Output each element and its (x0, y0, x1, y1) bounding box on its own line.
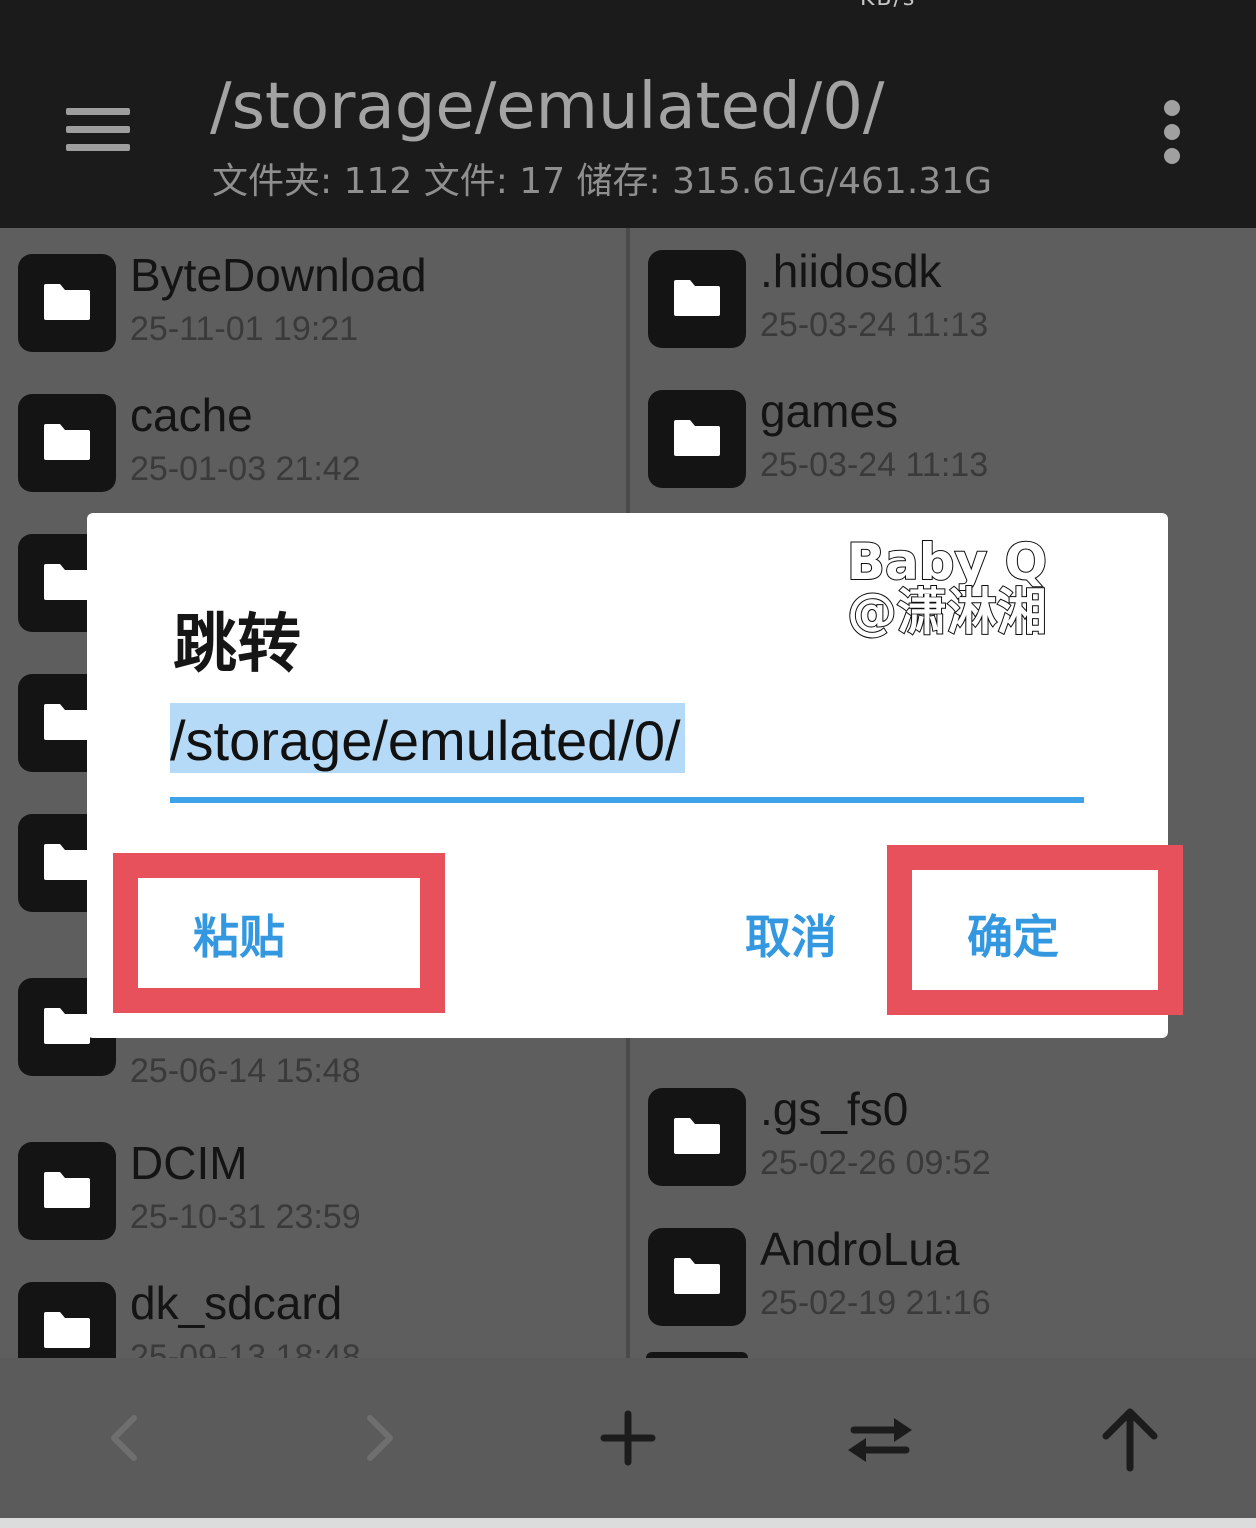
up-icon[interactable] (1080, 1388, 1180, 1488)
more-vertical-icon[interactable] (1150, 98, 1196, 164)
swap-icon[interactable] (830, 1388, 930, 1488)
folder-icon (18, 1142, 116, 1240)
current-path-title: /storage/emulated/0/ (210, 70, 885, 144)
item-date: 25-03-24 11:13 (760, 446, 989, 484)
list-item[interactable]: games 25-03-24 11:13 (630, 376, 1256, 488)
watermark: Baby Q @潇淋湘 (842, 533, 1052, 641)
item-date: 25-01-03 21:42 (130, 450, 361, 488)
folder-icon (648, 390, 746, 488)
input-underline (170, 797, 1084, 803)
folder-icon (18, 254, 116, 352)
list-item[interactable]: ByteDownload 25-11-01 19:21 (0, 240, 626, 352)
list-item[interactable]: .gs_fs0 25-02-26 09:52 (630, 1074, 1256, 1186)
folder-icon (18, 394, 116, 492)
folder-icon (648, 250, 746, 348)
ok-highlight-box (887, 845, 1183, 1015)
path-input[interactable]: /storage/emulated/0/ (170, 701, 1084, 803)
item-date: 25-09-13 18:48 (130, 1338, 361, 1358)
list-item[interactable]: DCIM 25-10-31 23:59 (0, 1128, 626, 1240)
folder-icon (18, 1282, 116, 1358)
path-input-value[interactable]: /storage/emulated/0/ (170, 701, 681, 781)
folder-icon (648, 1088, 746, 1186)
list-item[interactable]: .hiidosdk 25-03-24 11:13 (630, 236, 1256, 348)
item-date: 25-06-14 15:48 (130, 1052, 361, 1090)
paste-highlight-box (113, 853, 445, 1013)
item-name: ByteDownload (130, 249, 427, 301)
item-name: DCIM (130, 1137, 248, 1189)
app-bar: KB/s /storage/emulated/0/ 文件夹: 112 文件: 1… (0, 0, 1256, 228)
forward-icon[interactable] (328, 1388, 428, 1488)
item-name: cache (130, 389, 253, 441)
list-item[interactable]: AndroLua 25-02-19 21:16 (630, 1214, 1256, 1326)
cancel-button[interactable]: 取消 (745, 901, 837, 967)
item-name: .hiidosdk (760, 245, 942, 297)
list-item[interactable]: dk_sdcard 25-09-13 18:48 (0, 1268, 626, 1358)
item-name: AndroLua (760, 1223, 960, 1275)
hamburger-menu-icon[interactable] (54, 96, 142, 162)
item-date: 25-03-24 11:13 (760, 306, 989, 344)
item-date: 25-02-19 21:16 (760, 1284, 991, 1322)
folder-icon (648, 1228, 746, 1326)
item-date: 25-10-31 23:59 (130, 1198, 361, 1236)
item-date: 25-11-01 19:21 (130, 310, 359, 348)
item-name: dk_sdcard (130, 1277, 343, 1329)
add-icon[interactable] (578, 1388, 678, 1488)
back-icon[interactable] (76, 1388, 176, 1488)
bottom-edge (0, 1518, 1256, 1528)
item-name: .gs_fs0 (760, 1083, 909, 1135)
dialog-title: 跳转 (173, 608, 301, 682)
watermark-line-1: Baby Q (846, 533, 1048, 591)
item-date: 25-02-26 09:52 (760, 1144, 991, 1182)
storage-summary: 文件夹: 112 文件: 17 储存: 315.61G/461.31G (212, 161, 992, 202)
item-name: games (760, 385, 899, 437)
list-item[interactable]: cache 25-01-03 21:42 (0, 380, 626, 492)
watermark-line-2: @潇淋湘 (846, 583, 1048, 641)
bottom-toolbar (0, 1358, 1256, 1518)
status-bar-text: KB/s (860, 0, 916, 11)
